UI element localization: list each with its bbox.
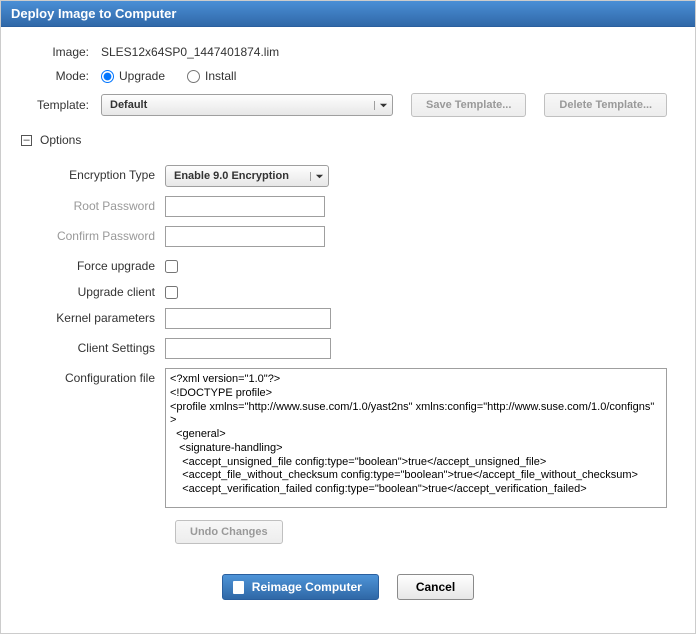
mode-label: Mode: [21,69,101,83]
encryption-type-value: Enable 9.0 Encryption [166,170,310,182]
encryption-type-label: Encryption Type [21,165,165,182]
confirm-password-input[interactable] [165,226,325,247]
mode-install-option[interactable]: Install [187,69,236,83]
mode-upgrade-radio[interactable] [101,70,114,83]
minus-icon: – [23,135,29,146]
template-dropdown-value: Default [102,99,374,111]
undo-changes-label: Undo Changes [190,526,268,538]
kernel-parameters-input[interactable] [165,308,331,329]
options-panel: Encryption Type Enable 9.0 Encryption Ro… [21,165,675,544]
reimage-computer-button[interactable]: Reimage Computer [222,574,379,600]
mode-upgrade-label: Upgrade [119,69,165,83]
client-settings-input[interactable] [165,338,331,359]
kernel-parameters-label: Kernel parameters [21,308,165,325]
dialog-content: Image: SLES12x64SP0_1447401874.lim Mode:… [1,27,695,554]
confirm-password-label: Confirm Password [21,226,165,243]
options-header: Options [40,133,81,147]
image-value: SLES12x64SP0_1447401874.lim [101,45,279,59]
image-label: Image: [21,45,101,59]
template-label: Template: [21,98,101,112]
dialog-titlebar: Deploy Image to Computer [1,1,695,27]
document-icon [233,581,244,594]
upgrade-client-label: Upgrade client [21,282,165,299]
cancel-label: Cancel [416,580,455,594]
root-password-input[interactable] [165,196,325,217]
force-upgrade-checkbox[interactable] [165,260,178,273]
cancel-button[interactable]: Cancel [397,574,474,600]
save-template-label: Save Template... [426,99,511,111]
save-template-button[interactable]: Save Template... [411,93,526,117]
options-collapse-toggle[interactable]: – [21,135,32,146]
chevron-down-icon [374,101,392,110]
dialog-footer: Reimage Computer Cancel [1,554,695,610]
chevron-down-icon [310,172,328,181]
dialog-title: Deploy Image to Computer [11,6,176,21]
mode-install-label: Install [205,69,236,83]
delete-template-button[interactable]: Delete Template... [544,93,667,117]
mode-upgrade-option[interactable]: Upgrade [101,69,165,83]
template-dropdown[interactable]: Default [101,94,393,116]
root-password-label: Root Password [21,196,165,213]
force-upgrade-label: Force upgrade [21,256,165,273]
upgrade-client-checkbox[interactable] [165,286,178,299]
encryption-type-dropdown[interactable]: Enable 9.0 Encryption [165,165,329,187]
mode-install-radio[interactable] [187,70,200,83]
delete-template-label: Delete Template... [559,99,652,111]
mode-radio-group: Upgrade Install [101,69,236,83]
undo-changes-button[interactable]: Undo Changes [175,520,283,544]
reimage-label: Reimage Computer [252,580,362,594]
configuration-file-label: Configuration file [21,368,165,385]
client-settings-label: Client Settings [21,338,165,355]
configuration-file-textarea[interactable] [165,368,667,508]
